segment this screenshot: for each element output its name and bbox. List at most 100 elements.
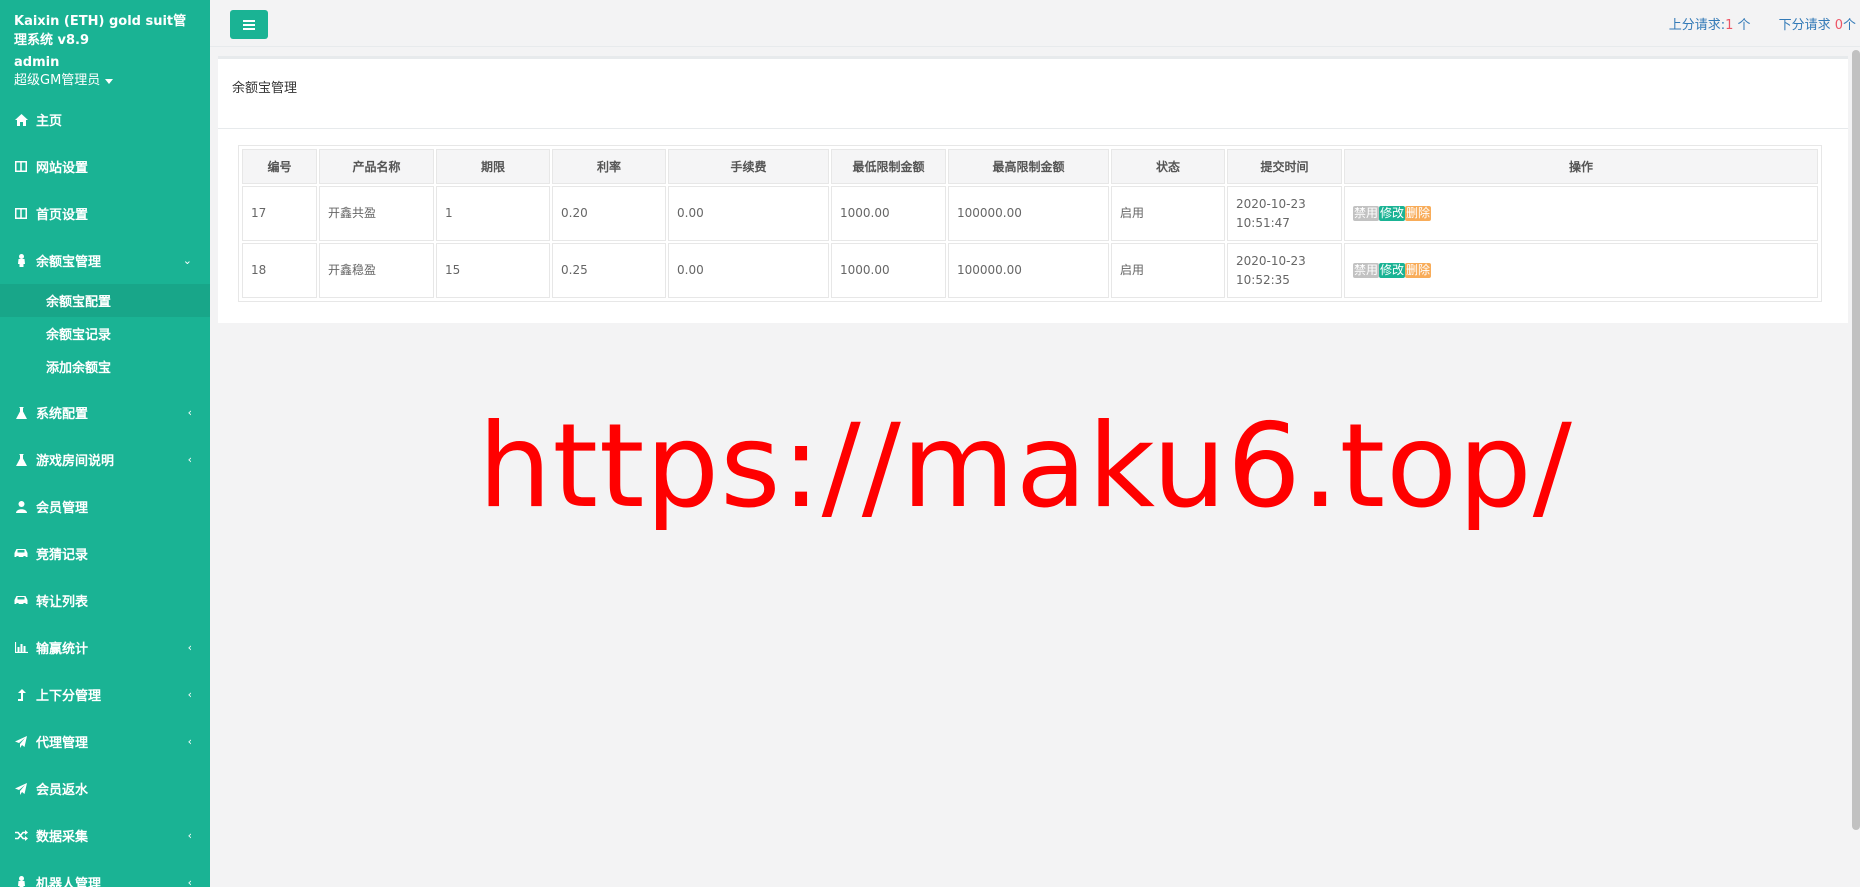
down-score-label: 下分请求 bbox=[1778, 18, 1835, 33]
disable-button[interactable]: 禁用 bbox=[1353, 263, 1380, 278]
profile: Kaixin (ETH) gold suit管理系统 v8.9 admin 超级… bbox=[0, 0, 210, 96]
paper-plane-icon bbox=[14, 782, 28, 796]
cell-rate: 0.25 bbox=[552, 243, 666, 298]
col-header-status[interactable]: 状态 bbox=[1111, 149, 1225, 184]
col-header-term[interactable]: 期限 bbox=[436, 149, 550, 184]
delete-button[interactable]: 删除 bbox=[1405, 206, 1432, 221]
sidebar-item-label: 输赢统计 bbox=[36, 642, 89, 657]
user-pawn-icon bbox=[14, 876, 28, 887]
col-header-actions: 操作 bbox=[1344, 149, 1818, 184]
chevron-left-icon: ‹ bbox=[187, 829, 192, 842]
cell-min: 1000.00 bbox=[831, 243, 946, 298]
sidebar-item-robot-management[interactable]: 机器人管理 ‹ bbox=[0, 859, 210, 887]
delete-button[interactable]: 删除 bbox=[1405, 263, 1432, 278]
cell-actions: 禁用 修改 删除 bbox=[1344, 243, 1818, 298]
level-up-icon bbox=[14, 688, 28, 702]
chevron-left-icon: ‹ bbox=[187, 735, 192, 748]
sidebar-item-member-rebate[interactable]: 会员返水 bbox=[0, 765, 210, 812]
cell-fee: 0.00 bbox=[668, 243, 829, 298]
sidebar-item-win-loss-stats[interactable]: 输赢统计 ‹ bbox=[0, 624, 210, 671]
sidebar-item-label: 首页设置 bbox=[36, 208, 89, 223]
role-label: 超级GM管理员 bbox=[14, 73, 101, 88]
user-icon bbox=[14, 500, 28, 514]
sidebar-subitem-yuebao-records[interactable]: 余额宝记录 bbox=[0, 317, 210, 350]
sidebar-item-home[interactable]: 主页 bbox=[0, 96, 210, 143]
paper-plane-icon bbox=[14, 735, 28, 749]
down-score-requests-link[interactable]: 下分请求 0个 bbox=[1779, 14, 1856, 33]
sidebar-item-transfer-list[interactable]: 转让列表 bbox=[0, 577, 210, 624]
down-score-unit: 个 bbox=[1842, 18, 1856, 33]
sidebar-item-yuebao[interactable]: 余额宝管理 ⌄ bbox=[0, 237, 210, 284]
sidebar-item-bet-records[interactable]: 竞猜记录 bbox=[0, 530, 210, 577]
cell-date: 2020-10-23 bbox=[1236, 196, 1306, 211]
table-header-row: 编号 产品名称 期限 利率 手续费 最低限制金额 最高限制金额 状态 提交时间 … bbox=[242, 149, 1818, 184]
disable-button[interactable]: 禁用 bbox=[1353, 206, 1380, 221]
sidebar-item-label: 机器人管理 bbox=[36, 877, 102, 887]
sidebar-item-score-management[interactable]: 上下分管理 ‹ bbox=[0, 671, 210, 718]
sidebar: Kaixin (ETH) gold suit管理系统 v8.9 admin 超级… bbox=[0, 0, 210, 887]
up-score-requests-link[interactable]: 上分请求:1 个 bbox=[1669, 14, 1751, 33]
sidebar-item-label: 会员返水 bbox=[36, 783, 89, 798]
chevron-left-icon: ‹ bbox=[187, 453, 192, 466]
chevron-left-icon: ‹ bbox=[187, 688, 192, 701]
sidebar-item-label: 数据采集 bbox=[36, 830, 89, 845]
sidebar-item-system-config[interactable]: 系统配置 ‹ bbox=[0, 389, 210, 436]
cell-status: 启用 bbox=[1111, 243, 1225, 298]
col-header-time[interactable]: 提交时间 bbox=[1227, 149, 1342, 184]
col-header-name[interactable]: 产品名称 bbox=[319, 149, 434, 184]
col-header-min[interactable]: 最低限制金额 bbox=[831, 149, 946, 184]
sidebar-item-agent-management[interactable]: 代理管理 ‹ bbox=[0, 718, 210, 765]
cell-fee: 0.00 bbox=[668, 186, 829, 241]
sidebar-item-site-settings[interactable]: 网站设置 bbox=[0, 143, 210, 190]
cell-id: 18 bbox=[242, 243, 317, 298]
up-score-unit: 个 bbox=[1733, 18, 1751, 33]
watermark-url: https://maku6.top/ bbox=[478, 399, 1573, 534]
table-row: 17 开鑫共盈 1 0.20 0.00 1000.00 100000.00 启用… bbox=[242, 186, 1818, 241]
random-icon bbox=[14, 829, 28, 843]
home-icon bbox=[14, 113, 28, 127]
edit-button[interactable]: 修改 bbox=[1379, 206, 1406, 221]
col-header-id[interactable]: 编号 bbox=[242, 149, 317, 184]
sidebar-item-home-settings[interactable]: 首页设置 bbox=[0, 190, 210, 237]
chevron-down-icon: ⌄ bbox=[182, 254, 192, 267]
yuebao-submenu: 余额宝配置 余额宝记录 添加余额宝 bbox=[0, 284, 210, 383]
sidebar-item-label: 系统配置 bbox=[36, 407, 89, 422]
cell-time: 2020-10-23 10:51:47 bbox=[1227, 186, 1342, 241]
car-icon bbox=[14, 594, 28, 608]
cell-name: 开鑫共盈 bbox=[319, 186, 434, 241]
chevron-left-icon: ‹ bbox=[187, 876, 192, 887]
sidebar-item-members[interactable]: 会员管理 bbox=[0, 483, 210, 530]
page-title: 余额宝管理 bbox=[232, 81, 298, 96]
table-row: 18 开鑫稳盈 15 0.25 0.00 1000.00 100000.00 启… bbox=[242, 243, 1818, 298]
edit-button[interactable]: 修改 bbox=[1379, 263, 1406, 278]
col-header-fee[interactable]: 手续费 bbox=[668, 149, 829, 184]
app-title: Kaixin (ETH) gold suit管理系统 v8.9 bbox=[14, 14, 187, 48]
menu-toggle-button[interactable] bbox=[230, 10, 268, 39]
cell-rate: 0.20 bbox=[552, 186, 666, 241]
cell-status: 启用 bbox=[1111, 186, 1225, 241]
columns-icon bbox=[14, 207, 28, 221]
page-scrollbar[interactable] bbox=[1852, 50, 1860, 830]
cell-term: 1 bbox=[436, 186, 550, 241]
col-header-rate[interactable]: 利率 bbox=[552, 149, 666, 184]
sidebar-subitem-yuebao-config[interactable]: 余额宝配置 bbox=[0, 284, 210, 317]
sidebar-item-game-room[interactable]: 游戏房间说明 ‹ bbox=[0, 436, 210, 483]
chevron-left-icon: ‹ bbox=[187, 406, 192, 419]
role-dropdown[interactable]: 超级GM管理员 bbox=[14, 72, 196, 90]
sidebar-item-label: 代理管理 bbox=[36, 736, 89, 751]
sidebar-item-label: 会员管理 bbox=[36, 501, 89, 516]
cell-actions: 禁用 修改 删除 bbox=[1344, 186, 1818, 241]
panel-header: 余额宝管理 bbox=[218, 56, 1848, 128]
bar-chart-icon bbox=[14, 641, 28, 655]
sidebar-item-label: 游戏房间说明 bbox=[36, 454, 115, 469]
yuebao-table: 编号 产品名称 期限 利率 手续费 最低限制金额 最高限制金额 状态 提交时间 … bbox=[240, 147, 1820, 300]
col-header-max[interactable]: 最高限制金额 bbox=[948, 149, 1109, 184]
sidebar-subitem-add-yuebao[interactable]: 添加余额宝 bbox=[0, 350, 210, 383]
cell-clock: 10:51:47 bbox=[1236, 215, 1290, 230]
table-wrapper: 编号 产品名称 期限 利率 手续费 最低限制金额 最高限制金额 状态 提交时间 … bbox=[238, 145, 1822, 302]
sidebar-item-data-collection[interactable]: 数据采集 ‹ bbox=[0, 812, 210, 859]
chevron-left-icon: ‹ bbox=[187, 641, 192, 654]
top-requests: 上分请求:1 个 下分请求 0个 bbox=[1669, 14, 1856, 33]
columns-icon bbox=[14, 160, 28, 174]
up-score-label: 上分请求: bbox=[1668, 18, 1726, 33]
